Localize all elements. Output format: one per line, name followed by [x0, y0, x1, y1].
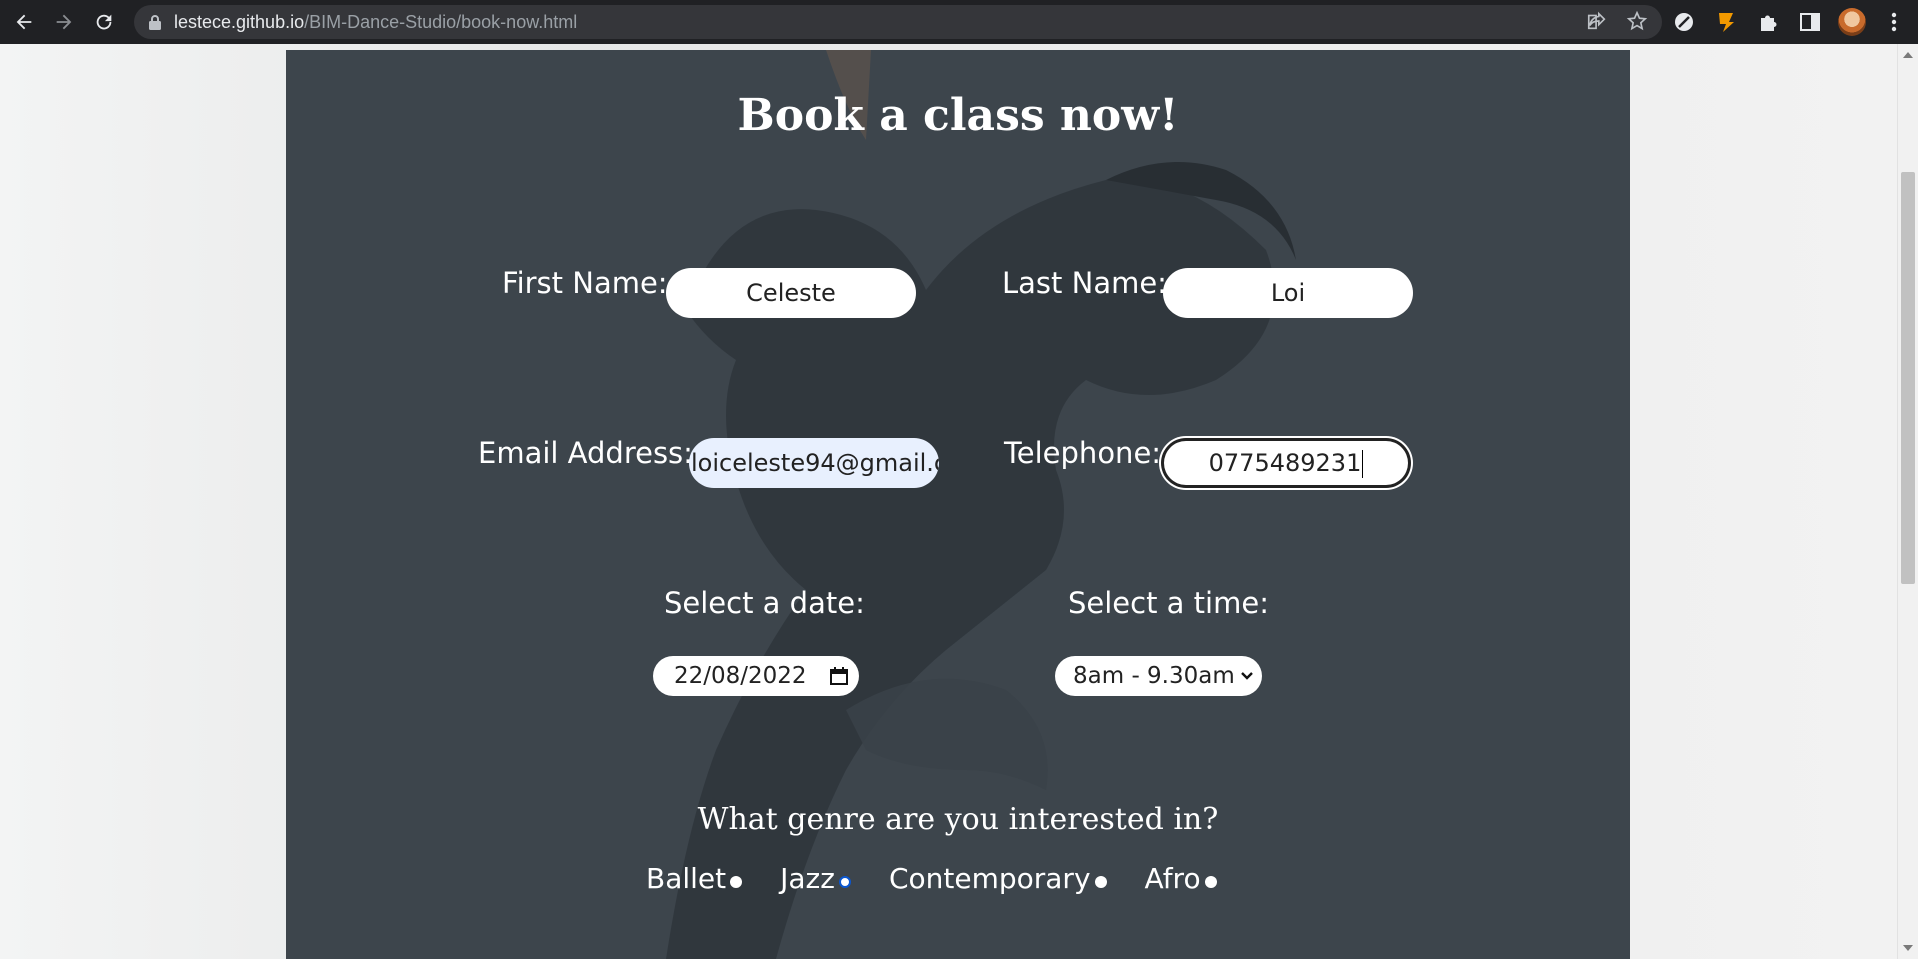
- time-select[interactable]: 8am - 9.30am: [1055, 656, 1262, 696]
- telephone-value: 0775489231: [1208, 449, 1362, 477]
- back-icon: [16, 14, 32, 30]
- telephone-label: Telephone:: [1004, 436, 1162, 470]
- puzzle-icon[interactable]: [1754, 6, 1782, 38]
- profile-avatar[interactable]: [1838, 6, 1866, 38]
- time-value: 8am - 9.30am: [1073, 663, 1235, 689]
- email-value: loiceleste94@gmail.com: [691, 449, 939, 477]
- genre-label: Jazz: [780, 862, 835, 895]
- address-bar[interactable]: lestece.github.io/BIM-Dance-Studio/book-…: [134, 5, 1662, 39]
- page-title: Book a class now!: [737, 90, 1179, 141]
- time-label: Select a time:: [1068, 586, 1269, 620]
- last-name-label: Last Name:: [1002, 266, 1167, 300]
- radio-button-checked[interactable]: [838, 875, 851, 888]
- radio-button[interactable]: [1204, 875, 1217, 888]
- back-button[interactable]: [8, 6, 40, 38]
- sidepanel-icon[interactable]: [1796, 6, 1824, 38]
- date-label: Select a date:: [664, 586, 865, 620]
- lock-icon: [149, 15, 161, 30]
- date-picker[interactable]: 22/08/2022: [653, 656, 859, 696]
- url-text: lestece.github.io/BIM-Dance-Studio/book-…: [174, 11, 578, 32]
- share-icon[interactable]: [1586, 10, 1608, 32]
- genre-option-contemporary[interactable]: Contemporary: [889, 862, 1107, 895]
- menu-kebab-icon[interactable]: [1880, 6, 1908, 38]
- genre-label: Afro: [1144, 862, 1201, 895]
- reload-icon: [96, 14, 112, 30]
- grammarly-icon[interactable]: [1712, 6, 1740, 38]
- booking-panel: Book a class now! First Name: Celeste La…: [286, 50, 1630, 959]
- star-icon[interactable]: [1626, 10, 1648, 32]
- radio-button[interactable]: [730, 875, 743, 888]
- genre-option-jazz[interactable]: Jazz: [780, 862, 851, 895]
- scroll-thumb[interactable]: [1901, 172, 1915, 584]
- genre-radio-group: Ballet Jazz Contemporary Afro: [646, 862, 1255, 895]
- forward-button[interactable]: [48, 6, 80, 38]
- genre-option-ballet[interactable]: Ballet: [646, 862, 743, 895]
- chevron-down-icon: [1241, 672, 1253, 680]
- browser-toolbar: lestece.github.io/BIM-Dance-Studio/book-…: [0, 0, 1918, 44]
- email-label: Email Address:: [478, 436, 693, 470]
- first-name-field[interactable]: Celeste: [666, 268, 916, 318]
- scroll-up-arrow[interactable]: [1903, 52, 1913, 58]
- telephone-field[interactable]: 0775489231: [1161, 438, 1411, 488]
- reload-button[interactable]: [88, 6, 120, 38]
- genre-option-afro[interactable]: Afro: [1145, 862, 1217, 895]
- vertical-scrollbar[interactable]: [1897, 44, 1918, 959]
- radio-button[interactable]: [1094, 875, 1107, 888]
- genre-label: Ballet: [646, 862, 727, 895]
- genre-question: What genre are you interested in?: [697, 802, 1219, 837]
- scroll-down-arrow[interactable]: [1903, 945, 1913, 951]
- last-name-field[interactable]: Loi: [1163, 268, 1413, 318]
- forward-icon: [56, 14, 72, 30]
- date-value: 22/08/2022: [674, 663, 807, 689]
- first-name-label: First Name:: [502, 266, 668, 300]
- text-caret: [1362, 450, 1364, 478]
- email-field[interactable]: loiceleste94@gmail.com: [689, 438, 939, 488]
- genre-label: Contemporary: [888, 862, 1091, 895]
- calendar-icon[interactable]: [829, 666, 849, 686]
- block-extension-icon[interactable]: [1670, 6, 1698, 38]
